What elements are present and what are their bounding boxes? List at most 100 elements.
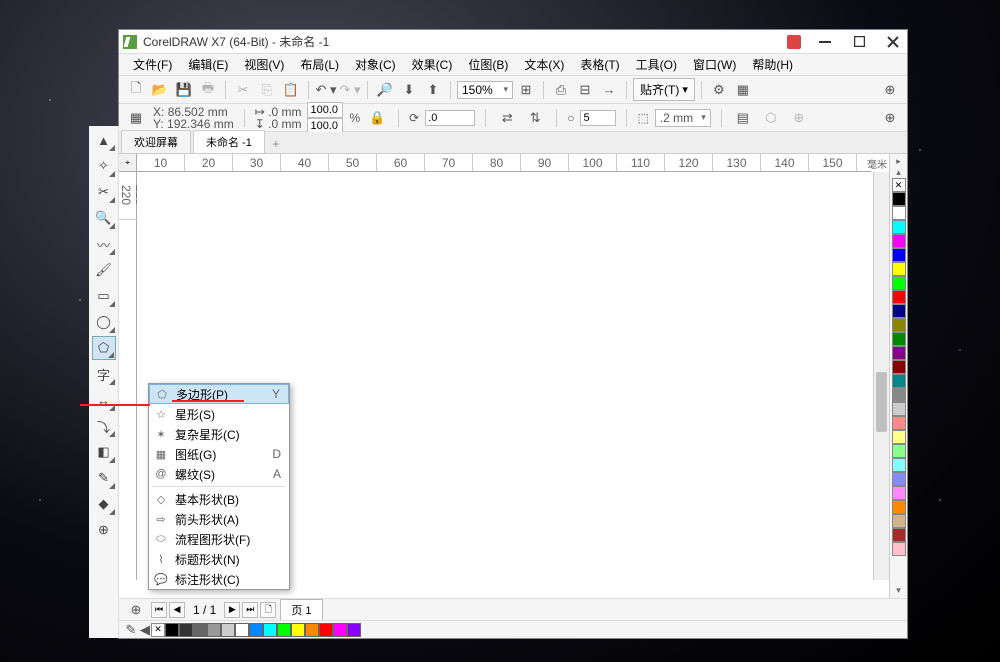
doc-color-swatch[interactable] — [319, 623, 333, 637]
menu-table[interactable]: 表格(T) — [574, 54, 625, 75]
color-swatch[interactable] — [892, 388, 906, 402]
doc-color-swatch[interactable] — [333, 623, 347, 637]
flyout-flowchart-shapes[interactable]: ⬭ 流程图形状(F) — [149, 529, 289, 549]
color-swatch[interactable] — [892, 262, 906, 276]
color-swatch[interactable] — [892, 458, 906, 472]
doc-color-swatch[interactable] — [347, 623, 361, 637]
copy-button[interactable]: ⎘ — [256, 79, 278, 101]
doc-color-swatch[interactable] — [249, 623, 263, 637]
color-swatch[interactable] — [892, 416, 906, 430]
options-button[interactable]: ⚙ — [708, 79, 730, 101]
interactive-tool[interactable]: ◧ — [92, 440, 116, 464]
ruler-origin[interactable]: ⌖ — [119, 154, 137, 172]
color-swatch[interactable] — [892, 248, 906, 262]
publish-button[interactable]: ⎙ — [550, 79, 572, 101]
open-button[interactable]: 📂 — [149, 79, 171, 101]
color-swatch[interactable] — [892, 206, 906, 220]
doc-palette-prev[interactable]: ◀ — [139, 619, 151, 641]
save-button[interactable]: 💾 — [173, 79, 195, 101]
flyout-graph-paper[interactable]: ▦ 图纸(G) D — [149, 444, 289, 464]
dimension-tool[interactable]: ↔ — [92, 388, 116, 412]
minimize-button[interactable] — [815, 34, 835, 50]
menu-view[interactable]: 视图(V) — [238, 54, 290, 75]
flyout-complex-star[interactable]: ✶ 复杂星形(C) — [149, 424, 289, 444]
paste-button[interactable]: 📋 — [280, 79, 302, 101]
add-page-button[interactable]: ⊕ — [125, 599, 147, 621]
export-button[interactable]: ⬆ — [422, 79, 444, 101]
flyout-callout-shapes[interactable]: 💬 标注形状(C) — [149, 569, 289, 589]
rotation-input[interactable] — [425, 110, 475, 126]
snap-button[interactable]: 贴齐(T) ▾ — [633, 78, 695, 101]
flyout-banner-shapes[interactable]: ⌇ 标题形状(N) — [149, 549, 289, 569]
vertical-scrollbar[interactable] — [873, 172, 889, 580]
connector-tool[interactable]: ⤵ — [92, 414, 116, 438]
color-swatch[interactable] — [892, 290, 906, 304]
align-button[interactable]: ⊟ — [574, 79, 596, 101]
color-swatch[interactable] — [892, 346, 906, 360]
menu-bitmaps[interactable]: 位图(B) — [462, 54, 514, 75]
palette-down-icon[interactable]: ▾ — [896, 585, 901, 596]
color-swatch[interactable] — [892, 276, 906, 290]
doc-color-swatch[interactable] — [235, 623, 249, 637]
palette-up-icon[interactable]: ▴ — [896, 167, 901, 178]
color-swatch[interactable] — [892, 542, 906, 556]
maximize-button[interactable] — [849, 34, 869, 50]
new-button[interactable]: 🗋 — [125, 79, 147, 101]
last-page-button[interactable]: ⏭ — [242, 602, 258, 618]
close-button[interactable] — [883, 34, 903, 50]
doc-color-swatch[interactable] — [263, 623, 277, 637]
color-swatch[interactable] — [892, 430, 906, 444]
search-button[interactable]: 🔎 — [374, 79, 396, 101]
polygon-tool[interactable]: ⬠ — [92, 336, 116, 360]
ellipse-tool[interactable]: ◯ — [92, 310, 116, 334]
freehand-tool[interactable]: 〰 — [92, 232, 116, 256]
doc-color-swatch[interactable] — [221, 623, 235, 637]
color-swatch[interactable] — [892, 500, 906, 514]
color-swatch[interactable] — [892, 374, 906, 388]
color-swatch[interactable] — [892, 402, 906, 416]
flyout-basic-shapes[interactable]: ◇ 基本形状(B) — [149, 489, 289, 509]
doc-color-swatch[interactable] — [165, 623, 179, 637]
toolbar-expand[interactable]: ⊕ — [879, 79, 901, 101]
color-swatch[interactable] — [892, 332, 906, 346]
menu-layout[interactable]: 布局(L) — [294, 54, 345, 75]
wrap-text-icon[interactable]: ▤ — [732, 107, 754, 129]
lock-ratio-icon[interactable]: 🔒 — [366, 107, 388, 129]
doc-color-swatch[interactable] — [291, 623, 305, 637]
propbar-expand[interactable]: ⊕ — [879, 107, 901, 129]
artistic-media-tool[interactable]: 🖌 — [92, 258, 116, 282]
menu-help[interactable]: 帮助(H) — [746, 54, 799, 75]
fullscreen-button[interactable]: ⊞ — [515, 79, 537, 101]
undo-button[interactable]: ↶ ▾ — [315, 79, 337, 101]
color-swatch[interactable] — [892, 514, 906, 528]
new-tab-button[interactable]: + — [267, 135, 285, 153]
crop-tool[interactable]: ✂ — [92, 180, 116, 204]
menu-object[interactable]: 对象(C) — [349, 54, 402, 75]
fill-tool[interactable]: ◆ — [92, 492, 116, 516]
sides-input[interactable] — [580, 110, 616, 126]
color-swatch[interactable] — [892, 318, 906, 332]
color-swatch[interactable] — [892, 528, 906, 542]
doc-no-color[interactable] — [151, 623, 165, 637]
palette-menu-icon[interactable]: ▸ — [896, 156, 901, 167]
color-swatch[interactable] — [892, 472, 906, 486]
text-tool[interactable]: 字 — [92, 362, 116, 386]
horizontal-ruler[interactable]: 102030 405060 708090 100110120 130140150 — [137, 154, 871, 172]
user-indicator[interactable] — [787, 35, 801, 49]
launch-button[interactable]: → — [598, 79, 620, 101]
doc-color-swatch[interactable] — [179, 623, 193, 637]
cut-button[interactable]: ✂ — [232, 79, 254, 101]
page-setup-icon[interactable]: ▦ — [125, 107, 147, 129]
flyout-arrow-shapes[interactable]: ⇨ 箭头形状(A) — [149, 509, 289, 529]
menu-tools[interactable]: 工具(O) — [630, 54, 683, 75]
flyout-star[interactable]: ☆ 星形(S) — [149, 404, 289, 424]
app-launcher-button[interactable]: ▦ — [732, 79, 754, 101]
redo-button[interactable]: ↷ ▾ — [339, 79, 361, 101]
vertical-ruler[interactable]: 220210200190 — [119, 172, 137, 580]
mirror-v-icon[interactable]: ⇅ — [524, 107, 546, 129]
color-swatch[interactable] — [892, 192, 906, 206]
rectangle-tool[interactable]: ▭ — [92, 284, 116, 308]
next-page-button[interactable]: ▶ — [224, 602, 240, 618]
doc-palette-menu[interactable]: ✎ — [123, 619, 139, 641]
zoom-level[interactable]: 150% — [457, 81, 513, 99]
